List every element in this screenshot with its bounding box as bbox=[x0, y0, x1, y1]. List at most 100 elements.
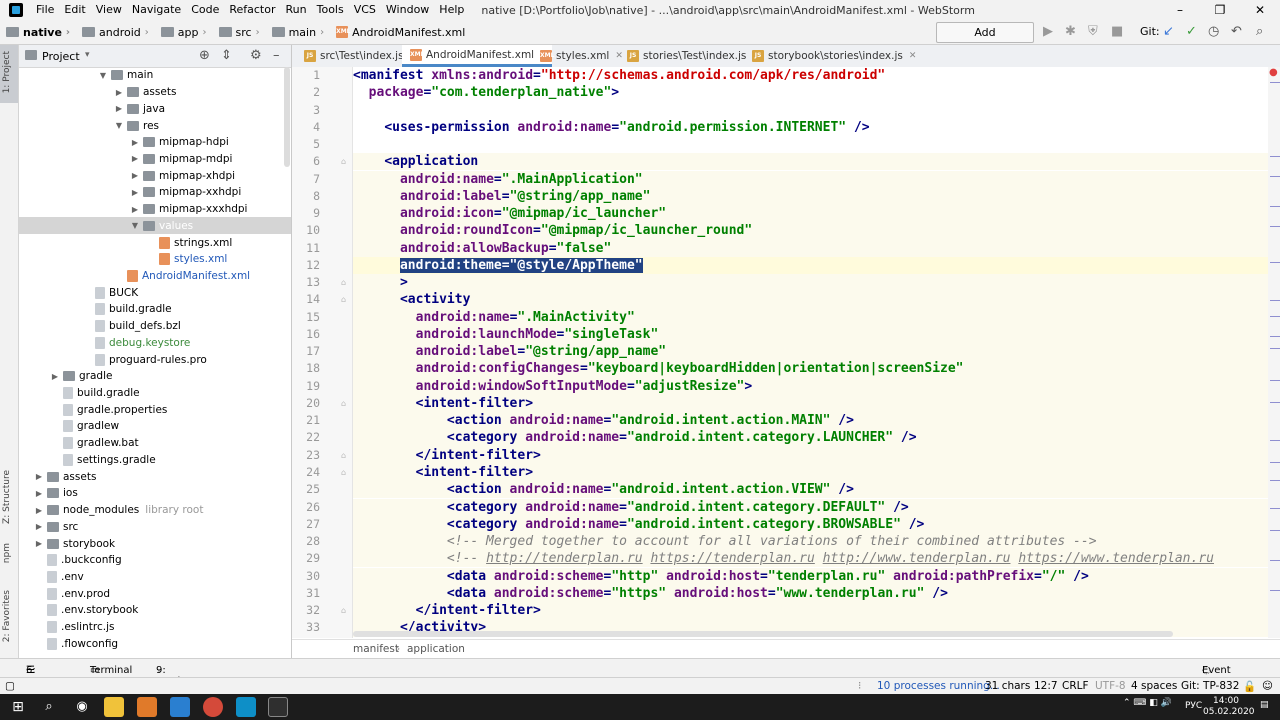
code-line[interactable]: <intent-filter> bbox=[353, 463, 1268, 482]
tree-item[interactable]: ▶ mipmap-hdpi bbox=[19, 134, 291, 151]
code-crumb-application[interactable]: application bbox=[407, 643, 465, 655]
file-encoding[interactable]: UTF-8 bbox=[1095, 680, 1126, 692]
hide-icon[interactable]: – bbox=[273, 48, 280, 63]
tree-item[interactable]: ▼ res bbox=[19, 117, 291, 134]
debug-icon[interactable]: ✱ bbox=[1065, 24, 1076, 39]
code-line[interactable]: </intent-filter> bbox=[353, 446, 1268, 464]
menu-tools[interactable]: Tools bbox=[312, 0, 349, 20]
git-history-icon[interactable]: ◷ bbox=[1208, 24, 1219, 39]
code-line[interactable]: <data android:scheme="https" android:hos… bbox=[353, 584, 1268, 602]
lock-icon[interactable]: 🔓 bbox=[1243, 680, 1256, 693]
chevron-right-icon[interactable]: ▶ bbox=[33, 506, 45, 515]
code-line[interactable]: android:icon="@mipmap/ic_launcher" bbox=[353, 205, 1268, 223]
menu-navigate[interactable]: Navigate bbox=[127, 0, 186, 20]
tree-item[interactable]: .env.prod bbox=[19, 585, 291, 602]
tree-item[interactable]: build_defs.bzl bbox=[19, 318, 291, 335]
tree-item[interactable]: .env.storybook bbox=[19, 602, 291, 619]
chevron-right-icon[interactable]: ▶ bbox=[33, 472, 45, 481]
fold-marker-icon[interactable]: ⌂ bbox=[341, 278, 346, 287]
menu-view[interactable]: View bbox=[91, 0, 127, 20]
code-line[interactable]: android:allowBackup="false" bbox=[353, 239, 1268, 257]
code-line[interactable]: android:configChanges="keyboard|keyboard… bbox=[353, 360, 1268, 378]
scroll-mark[interactable] bbox=[1270, 402, 1280, 403]
code-line[interactable]: <action android:name="android.intent.act… bbox=[353, 481, 1268, 499]
tree-item[interactable]: ▶ node_modules library root bbox=[19, 502, 291, 519]
code-line[interactable]: package="com.tenderplan_native"> bbox=[353, 84, 1268, 101]
close-icon[interactable]: ✕ bbox=[1240, 0, 1280, 20]
code-line[interactable]: > bbox=[353, 274, 1268, 292]
scroll-mark[interactable] bbox=[1270, 176, 1280, 177]
coverage-icon[interactable]: ⛨ bbox=[1088, 24, 1098, 39]
tree-item[interactable]: ▶ src bbox=[19, 518, 291, 535]
tree-item[interactable]: AndroidManifest.xml bbox=[19, 268, 291, 285]
notifications-icon[interactable]: ▤ bbox=[1260, 700, 1269, 710]
tree-item[interactable]: ▶ mipmap-xxxhdpi bbox=[19, 201, 291, 218]
crumb-manifest[interactable]: XML AndroidManifest.xml bbox=[330, 26, 467, 39]
tree-item[interactable]: ▶ mipmap-xxhdpi bbox=[19, 184, 291, 201]
tree-item[interactable]: ▶ java bbox=[19, 100, 291, 117]
tree-item[interactable]: ▼ main bbox=[19, 67, 291, 84]
tree-item[interactable]: settings.gradle bbox=[19, 452, 291, 469]
code-line[interactable]: <!-- Merged together to account for all … bbox=[353, 533, 1268, 551]
tree-item[interactable]: BUCK bbox=[19, 284, 291, 301]
code-line[interactable]: android:name=".MainApplication" bbox=[353, 170, 1268, 188]
scroll-mark[interactable] bbox=[1270, 348, 1280, 349]
tab-androidmanifest[interactable]: XMLAndroidManifest.xml✕ bbox=[402, 45, 552, 67]
fold-marker-icon[interactable]: ⌂ bbox=[341, 451, 346, 460]
chevron-right-icon[interactable]: ▶ bbox=[33, 489, 45, 498]
scroll-mark[interactable] bbox=[1270, 462, 1280, 463]
tree-item[interactable]: ▶ mipmap-mdpi bbox=[19, 151, 291, 168]
code-line[interactable]: android:label="@string/app_name" bbox=[353, 343, 1268, 361]
inspector-icon[interactable]: ☺ bbox=[1262, 680, 1273, 692]
chevron-right-icon[interactable]: ▶ bbox=[129, 188, 141, 197]
menu-run[interactable]: Run bbox=[281, 0, 312, 20]
chevron-right-icon[interactable]: ▶ bbox=[49, 372, 61, 381]
crumb-android[interactable]: android › bbox=[76, 26, 155, 39]
code-line[interactable]: <manifest xmlns:android="http://schemas.… bbox=[353, 67, 1268, 84]
tree-item[interactable]: ▶ mipmap-xhdpi bbox=[19, 167, 291, 184]
horizontal-scrollbar[interactable] bbox=[353, 631, 1173, 637]
chevron-right-icon[interactable]: ▶ bbox=[113, 104, 125, 113]
scroll-mark[interactable] bbox=[1270, 336, 1280, 337]
tray-icons[interactable]: ⌃ ⌨ ◧ 🔊 bbox=[1123, 698, 1172, 708]
crumb-main[interactable]: main › bbox=[266, 26, 330, 39]
code-line[interactable] bbox=[353, 136, 1268, 153]
code-line[interactable]: android:launchMode="singleTask" bbox=[353, 325, 1268, 344]
collapse-all-icon[interactable]: ⇕ bbox=[221, 48, 232, 63]
code-line[interactable]: android:name=".MainActivity" bbox=[353, 308, 1268, 326]
scroll-mark[interactable] bbox=[1270, 440, 1280, 441]
chevron-right-icon[interactable]: ▶ bbox=[129, 154, 141, 163]
code-line[interactable]: android:label="@string/app_name" bbox=[353, 187, 1268, 205]
chevron-right-icon[interactable]: ▶ bbox=[33, 522, 45, 531]
crumb-app[interactable]: app › bbox=[155, 26, 213, 39]
tree-item[interactable]: ▶ assets bbox=[19, 84, 291, 101]
side-tab-structure[interactable]: Z: Structure bbox=[2, 470, 12, 524]
processes-status[interactable]: 10 processes running... bbox=[877, 680, 1000, 692]
indent-setting[interactable]: 4 spaces bbox=[1131, 680, 1177, 692]
side-tab-npm[interactable]: npm bbox=[2, 543, 12, 563]
chevron-right-icon[interactable]: ▶ bbox=[33, 539, 45, 548]
code-line[interactable]: <intent-filter> bbox=[353, 394, 1268, 413]
crumb-src[interactable]: src › bbox=[213, 26, 266, 39]
add-configuration-button[interactable]: Add Configuration... bbox=[936, 22, 1034, 58]
chevron-right-icon[interactable]: ▶ bbox=[113, 88, 125, 97]
side-tab-project[interactable]: 1: Project bbox=[2, 51, 12, 93]
caret-position[interactable]: 12:7 bbox=[1034, 680, 1058, 692]
tree-item[interactable]: .flowconfig bbox=[19, 635, 291, 652]
chevron-right-icon[interactable]: ▶ bbox=[129, 205, 141, 214]
project-panel-title[interactable]: Project bbox=[42, 50, 80, 63]
scroll-mark[interactable] bbox=[1270, 590, 1280, 591]
chevron-down-icon[interactable]: ▼ bbox=[113, 121, 125, 130]
tree-item[interactable]: .buckconfig bbox=[19, 552, 291, 569]
scroll-mark[interactable] bbox=[1270, 316, 1280, 317]
chrome-icon[interactable] bbox=[203, 697, 223, 717]
chevron-down-icon[interactable]: ▼ bbox=[129, 221, 141, 230]
tree-item[interactable]: .env bbox=[19, 569, 291, 586]
menu-window[interactable]: Window bbox=[381, 0, 434, 20]
git-branch[interactable]: Git: TP-832 bbox=[1181, 680, 1239, 692]
tree-item[interactable]: build.gradle bbox=[19, 385, 291, 402]
tree-item[interactable]: ▶ gradle bbox=[19, 368, 291, 385]
menu-edit[interactable]: Edit bbox=[59, 0, 90, 20]
fold-marker-icon[interactable]: ⌂ bbox=[341, 157, 346, 166]
scroll-mark[interactable] bbox=[1270, 508, 1280, 509]
